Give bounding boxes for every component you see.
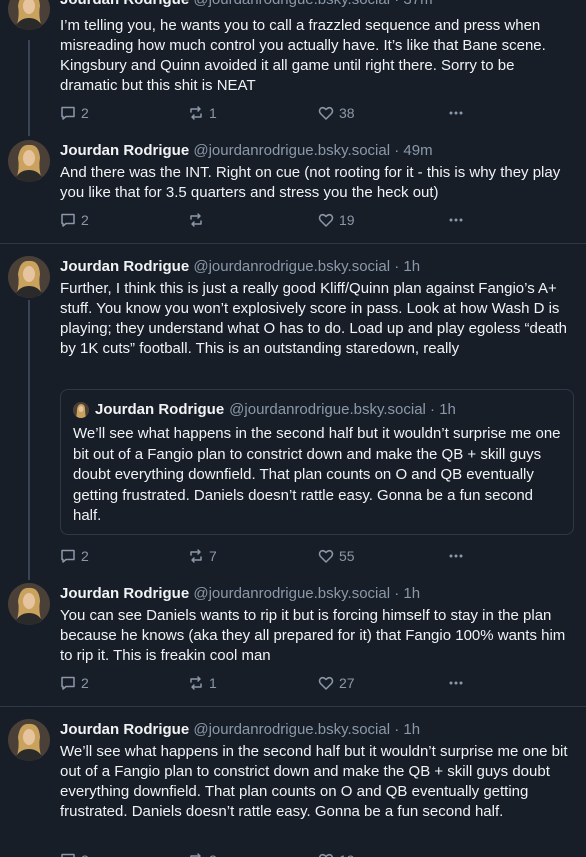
like-count: 38 (339, 105, 355, 121)
post-actions: 2 1 27 (60, 673, 480, 693)
post-text: And there was the INT. Right on cue (not… (60, 164, 561, 201)
author-handle-timestamp[interactable]: @jourdanrodrigue.bsky.social · 37m (193, 0, 432, 8)
post-actions: 2 2 19 (60, 850, 480, 857)
heart-icon (318, 853, 334, 857)
repost-icon (190, 106, 202, 120)
post[interactable]: Jourdan Rodrigue @jourdanrodrigue.bsky.s… (0, 707, 586, 857)
more-options-button[interactable] (446, 103, 471, 123)
reply-button[interactable]: 2 (60, 103, 89, 123)
repost-button[interactable]: 7 (188, 546, 217, 566)
post-header: Jourdan Rodrigue @jourdanrodrigue.bsky.s… (60, 0, 433, 10)
reply-button[interactable]: 2 (60, 673, 89, 693)
author-name[interactable]: Jourdan Rodrigue (60, 258, 189, 275)
quoted-avatar (73, 402, 89, 418)
author-name[interactable]: Jourdan Rodrigue (60, 585, 189, 602)
more-dots-icon (449, 218, 463, 222)
author-handle-timestamp[interactable]: @jourdanrodrigue.bsky.social · 1h (193, 585, 420, 602)
quoted-author-handle-timestamp: @jourdanrodrigue.bsky.social · 1h (229, 401, 456, 418)
reply-count: 2 (81, 675, 89, 691)
reply-button[interactable]: 2 (60, 850, 89, 857)
author-handle-timestamp[interactable]: @jourdanrodrigue.bsky.social · 1h (193, 258, 420, 275)
repost-icon (190, 676, 202, 690)
author-name[interactable]: Jourdan Rodrigue (60, 0, 189, 8)
heart-icon (318, 106, 334, 120)
post[interactable]: Jourdan Rodrigue @jourdanrodrigue.bsky.s… (0, 571, 586, 706)
repost-count: 2 (209, 852, 217, 857)
post-header: Jourdan Rodrigue @jourdanrodrigue.bsky.s… (60, 584, 420, 604)
quoted-post-text: We’ll see what happens in the second hal… (73, 425, 561, 524)
quoted-author-name: Jourdan Rodrigue (95, 401, 225, 418)
reply-count: 2 (81, 105, 89, 121)
post-text: I’m telling you, he wants you to call a … (60, 17, 546, 94)
like-button[interactable]: 55 (318, 546, 355, 566)
post-actions: 2 7 55 (60, 546, 480, 566)
avatar[interactable] (8, 140, 50, 182)
post-header: Jourdan Rodrigue @jourdanrodrigue.bsky.s… (60, 720, 420, 740)
avatar[interactable] (8, 583, 50, 625)
post-text: Further, I think this is just a really g… (60, 280, 568, 357)
like-count: 19 (339, 212, 355, 228)
heart-icon (318, 676, 334, 690)
post-text: We’ll see what happens in the second hal… (60, 743, 568, 820)
repost-button[interactable]: 2 (188, 850, 217, 857)
reply-icon (61, 549, 75, 563)
repost-count: 7 (209, 548, 217, 564)
more-options-button[interactable] (446, 850, 471, 857)
post[interactable]: Jourdan Rodrigue @jourdanrodrigue.bsky.s… (0, 128, 586, 243)
post-actions: 2 19 (60, 210, 480, 230)
quoted-post[interactable]: Jourdan Rodrigue @jourdanrodrigue.bsky.s… (60, 389, 574, 535)
like-button[interactable]: 27 (318, 673, 355, 693)
quoted-post-header: Jourdan Rodrigue @jourdanrodrigue.bsky.s… (73, 400, 456, 420)
repost-count: 1 (209, 105, 217, 121)
post-header: Jourdan Rodrigue @jourdanrodrigue.bsky.s… (60, 141, 433, 161)
more-dots-icon (449, 681, 463, 685)
like-button[interactable]: 19 (318, 850, 355, 857)
repost-button[interactable]: 1 (188, 103, 217, 123)
repost-count: 1 (209, 675, 217, 691)
repost-icon (190, 549, 202, 563)
post[interactable]: Jourdan Rodrigue @jourdanrodrigue.bsky.s… (0, 244, 586, 571)
heart-icon (318, 213, 334, 227)
repost-icon (190, 853, 201, 857)
reply-count: 2 (81, 548, 89, 564)
author-name[interactable]: Jourdan Rodrigue (60, 142, 189, 159)
like-button[interactable]: 19 (318, 210, 355, 230)
like-count: 55 (339, 548, 355, 564)
avatar[interactable] (8, 0, 50, 30)
repost-button[interactable]: 1 (188, 673, 217, 693)
more-dots-icon (449, 554, 463, 558)
more-options-button[interactable] (446, 673, 471, 693)
avatar[interactable] (8, 256, 50, 298)
author-name[interactable]: Jourdan Rodrigue (60, 721, 189, 738)
reply-icon (61, 853, 75, 857)
reply-icon (61, 106, 75, 120)
post-actions: 2 1 38 (60, 103, 480, 123)
like-count: 27 (339, 675, 355, 691)
more-dots-icon (449, 111, 463, 115)
reply-button[interactable]: 2 (60, 546, 89, 566)
repost-icon (190, 213, 202, 227)
reply-icon (61, 676, 75, 690)
more-dots-icon (446, 852, 466, 857)
like-count: 19 (339, 852, 355, 857)
heart-icon (318, 549, 334, 563)
post[interactable]: Jourdan Rodrigue @jourdanrodrigue.bsky.s… (0, 0, 586, 128)
more-options-button[interactable] (446, 546, 471, 566)
author-handle-timestamp[interactable]: @jourdanrodrigue.bsky.social · 1h (193, 721, 420, 738)
like-button[interactable]: 38 (318, 103, 355, 123)
post-text: You can see Daniels wants to rip it but … (60, 607, 566, 664)
reply-icon (61, 213, 75, 227)
author-handle-timestamp[interactable]: @jourdanrodrigue.bsky.social · 49m (193, 142, 432, 159)
post-header: Jourdan Rodrigue @jourdanrodrigue.bsky.s… (60, 257, 420, 277)
avatar[interactable] (8, 719, 50, 761)
repost-button[interactable] (188, 210, 209, 230)
reply-count: 2 (81, 852, 89, 857)
reply-button[interactable]: 2 (60, 210, 89, 230)
reply-count: 2 (81, 212, 89, 228)
more-options-button[interactable] (446, 210, 471, 230)
